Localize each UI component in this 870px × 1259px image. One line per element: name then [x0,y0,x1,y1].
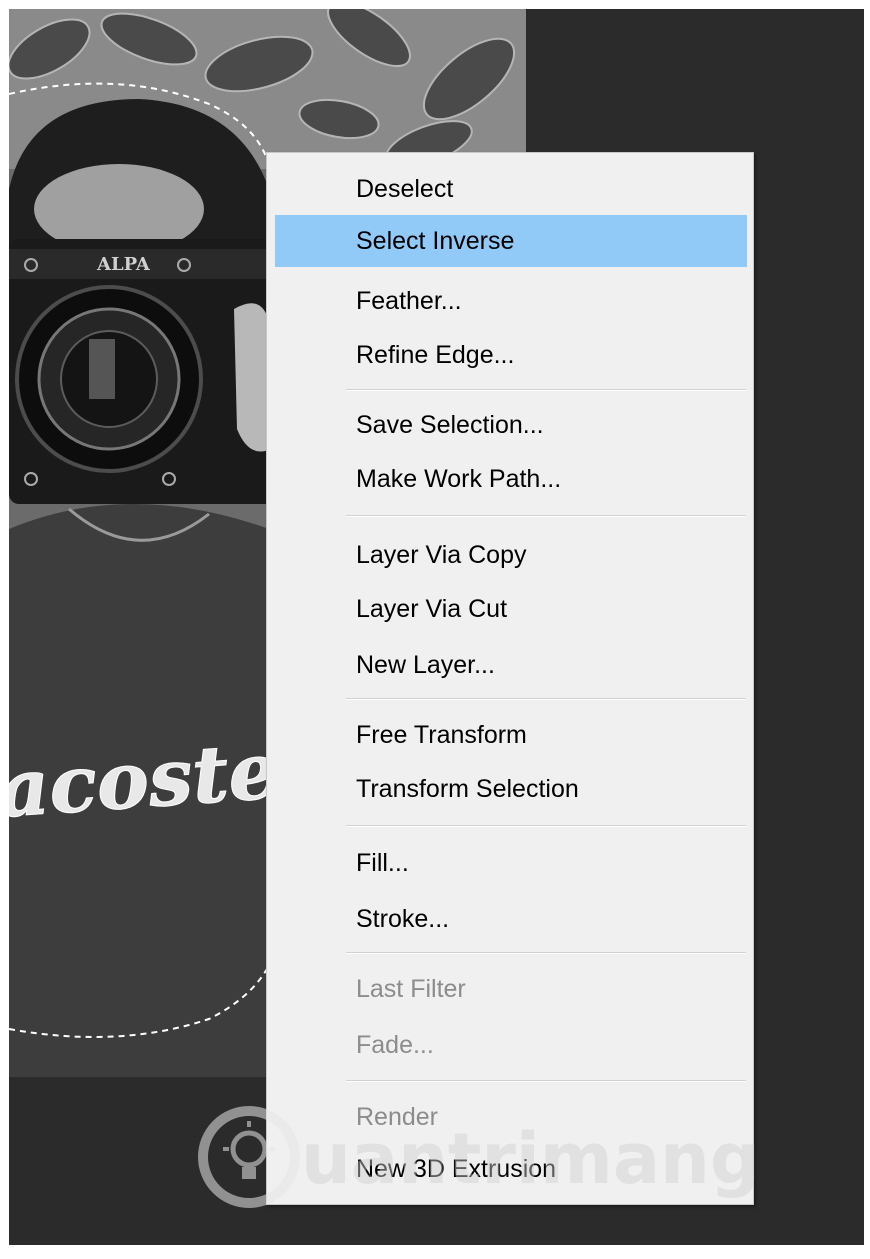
menu-item-make-work-path[interactable]: Make Work Path... [275,453,747,505]
menu-separator [346,952,746,954]
menu-item-select-inverse[interactable]: Select Inverse [275,215,747,267]
menu-item-feather[interactable]: Feather... [275,275,747,327]
menu-item-new-3d-extrusion[interactable]: New 3D Extrusion [275,1143,747,1195]
menu-item-last-filter: Last Filter [356,975,466,1003]
menu-item-fade: Fade... [356,1031,434,1059]
menu-separator [346,1080,746,1082]
menu-item-deselect[interactable]: Deselect [275,163,747,215]
menu-separator [346,698,746,700]
photoshop-workspace: ALPA acoste Deselect Select Inverse Feat… [9,9,864,1245]
camera-brand-label: ALPA [96,254,151,275]
menu-separator [346,515,746,517]
menu-item-transform-selection[interactable]: Transform Selection [275,763,747,815]
menu-separator [346,389,746,391]
menu-item-new-layer[interactable]: New Layer... [275,639,747,691]
menu-item-stroke[interactable]: Stroke... [275,893,747,945]
menu-item-fill[interactable]: Fill... [275,837,747,889]
menu-item-render: Render [356,1103,438,1131]
menu-item-free-transform[interactable]: Free Transform [275,709,747,761]
context-menu: Deselect Select Inverse Feather... Refin… [266,152,754,1205]
menu-item-refine-edge[interactable]: Refine Edge... [275,329,747,381]
menu-item-save-selection[interactable]: Save Selection... [275,399,747,451]
menu-item-layer-via-copy[interactable]: Layer Via Copy [275,529,747,581]
menu-separator [346,825,746,827]
menu-item-layer-via-cut[interactable]: Layer Via Cut [275,583,747,635]
